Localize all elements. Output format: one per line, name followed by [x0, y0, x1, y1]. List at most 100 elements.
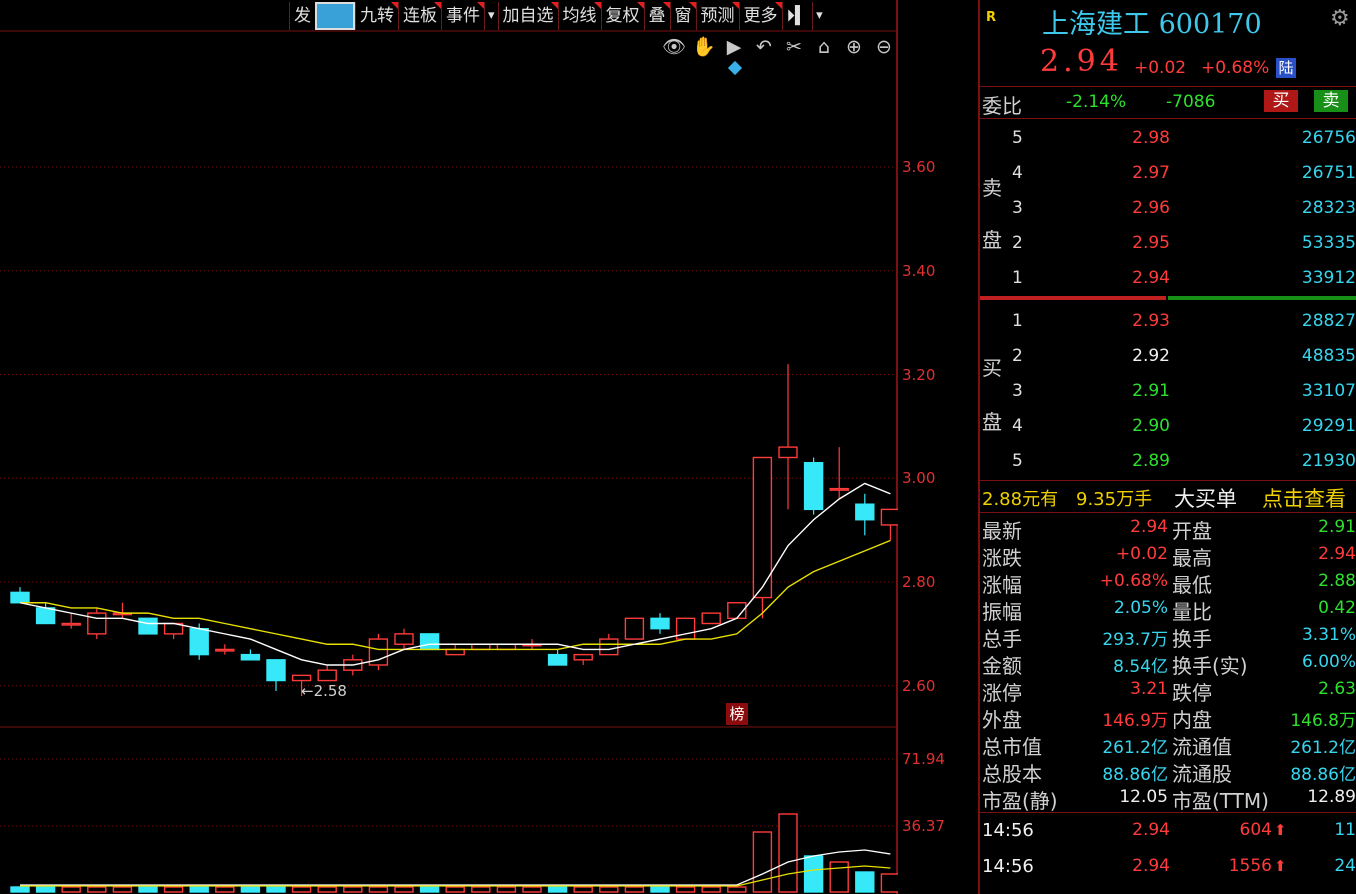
book-level: 5 — [1012, 451, 1023, 471]
tick-count: 24 — [1334, 856, 1356, 876]
event-button[interactable]: 事件 — [441, 2, 484, 30]
candle-body — [547, 653, 568, 666]
drawing-tools: 👁 ✋ ▶ ↶ ✂ ⌂ ⊕ ⊖ — [662, 36, 896, 58]
window-button[interactable]: 窗 — [669, 2, 696, 30]
stat-value: 293.7万 — [1102, 630, 1168, 650]
candle-body — [803, 461, 824, 511]
add-watchlist-button[interactable]: 加自选 — [497, 2, 558, 30]
stat-value: 261.2亿 — [1290, 738, 1356, 758]
volume-bar — [35, 886, 56, 893]
stat-value: 12.89 — [1307, 787, 1356, 807]
gear-icon[interactable]: ⚙ — [1330, 6, 1350, 31]
price-tick-label: 3.20 — [902, 365, 936, 384]
stat-label: 流通值 — [1172, 735, 1232, 759]
current-price: 2.94 — [1040, 44, 1123, 79]
overlay-button[interactable]: 叠 — [643, 2, 670, 30]
more-button[interactable]: 更多 — [738, 2, 782, 30]
volume-bar — [317, 886, 337, 893]
volume-bar — [880, 873, 898, 893]
stat-value: 3.21 — [1130, 679, 1168, 699]
volume-bar — [752, 831, 773, 893]
stat-value: 6.00% — [1301, 652, 1356, 672]
candle-body — [829, 487, 849, 491]
book-level: 4 — [1012, 163, 1023, 183]
lock-icon[interactable]: ⌂ — [812, 36, 836, 58]
candle-body — [240, 653, 261, 661]
price-change: +0.02 — [1134, 58, 1187, 78]
face-indicator[interactable] — [315, 2, 355, 30]
stat-value: 261.2亿 — [1102, 738, 1168, 758]
book-level: 1 — [1012, 311, 1023, 331]
volume-bar — [189, 886, 209, 893]
kline-chart[interactable] — [0, 0, 898, 894]
adjust-button[interactable]: 复权 — [600, 2, 644, 30]
forecast-button[interactable]: 预测 — [695, 2, 739, 30]
volume-bar — [291, 886, 312, 893]
volume-bar — [266, 886, 286, 893]
zoom-out-icon[interactable]: ⊖ — [872, 36, 896, 58]
candle-body — [445, 648, 465, 656]
weibi-label: 委比 — [982, 94, 1022, 118]
stat-value: 88.86亿 — [1290, 765, 1356, 785]
book-volume: 29291 — [1301, 416, 1356, 436]
stat-value: 146.8万 — [1290, 711, 1356, 731]
stat-value: 2.94 — [1318, 544, 1356, 564]
book-level: 5 — [1012, 128, 1023, 148]
flag-r: R — [986, 10, 997, 25]
book-volume: 21930 — [1301, 451, 1356, 471]
book-level: 3 — [1012, 381, 1023, 401]
ma-button[interactable]: 均线 — [557, 2, 601, 30]
volume-bar — [778, 813, 798, 893]
event-dropdown-icon[interactable]: ▾ — [484, 2, 498, 30]
buy-button[interactable]: 买 — [1264, 90, 1298, 112]
candle-body — [599, 638, 619, 656]
tick-time: 14:56 — [982, 856, 1034, 877]
candle-body — [61, 622, 81, 626]
candle-body — [138, 617, 158, 635]
volume-tick-label: 36.37 — [902, 817, 945, 835]
sell-button[interactable]: 卖 — [1314, 90, 1348, 112]
stat-label: 市盈(TTM) — [1172, 789, 1269, 813]
hand-icon[interactable]: ✋ — [692, 36, 716, 58]
buy-strength-bar — [1168, 296, 1356, 300]
zoom-in-icon[interactable]: ⊕ — [842, 36, 866, 58]
volume-bar — [138, 886, 158, 893]
lianban-button[interactable]: 连板 — [398, 2, 441, 30]
eye-icon[interactable]: 👁 — [662, 36, 686, 58]
scissors-icon[interactable]: ✂ — [782, 36, 806, 58]
stat-value: 2.05% — [1113, 598, 1168, 618]
stat-label: 总市值 — [982, 735, 1042, 759]
price-tick-label: 3.00 — [902, 469, 936, 488]
chart-toolbar: 发九转 连板 事件 ▾ 加自选 均线 复权叠窗预测 更多 ⏵▍ ▾ — [289, 2, 826, 30]
sell-strength-bar — [980, 296, 1166, 300]
volume-bar — [112, 886, 133, 893]
fa-button[interactable]: 发 — [289, 2, 315, 30]
volume-bar — [701, 886, 721, 893]
book-price: 2.91 — [1132, 381, 1170, 401]
volume-bar — [471, 886, 491, 893]
book-volume: 28827 — [1301, 311, 1356, 331]
book-price: 2.94 — [1132, 268, 1170, 288]
book-level: 3 — [1012, 198, 1023, 218]
stat-label: 总股本 — [982, 762, 1042, 786]
big-order-link[interactable]: 点击查看 — [1262, 483, 1346, 513]
stat-value: 2.88 — [1318, 571, 1356, 591]
stat-label: 最新 — [982, 519, 1022, 543]
candle-body — [471, 643, 491, 651]
stat-value: 2.91 — [1318, 517, 1356, 537]
stat-value: +0.68% — [1099, 571, 1168, 591]
candle-body — [650, 617, 670, 630]
stat-label: 振幅 — [982, 600, 1022, 624]
volume-bar — [163, 886, 184, 893]
play-icon[interactable]: ▶ — [722, 36, 746, 58]
ranking-badge[interactable]: 榜 — [726, 703, 748, 725]
tick-volume: 1556 — [1228, 856, 1272, 876]
stat-value: 2.63 — [1318, 679, 1356, 699]
play-last-icon[interactable]: ⏵▍ — [781, 2, 813, 30]
jiuzhuan-button[interactable]: 九转 — [355, 2, 398, 30]
volume-bar — [650, 886, 670, 893]
sell-book-label-top: 卖 — [982, 176, 1002, 200]
volume-bar — [599, 886, 619, 893]
undo-icon[interactable]: ↶ — [752, 36, 776, 58]
more-dropdown-icon[interactable]: ▾ — [812, 2, 826, 30]
